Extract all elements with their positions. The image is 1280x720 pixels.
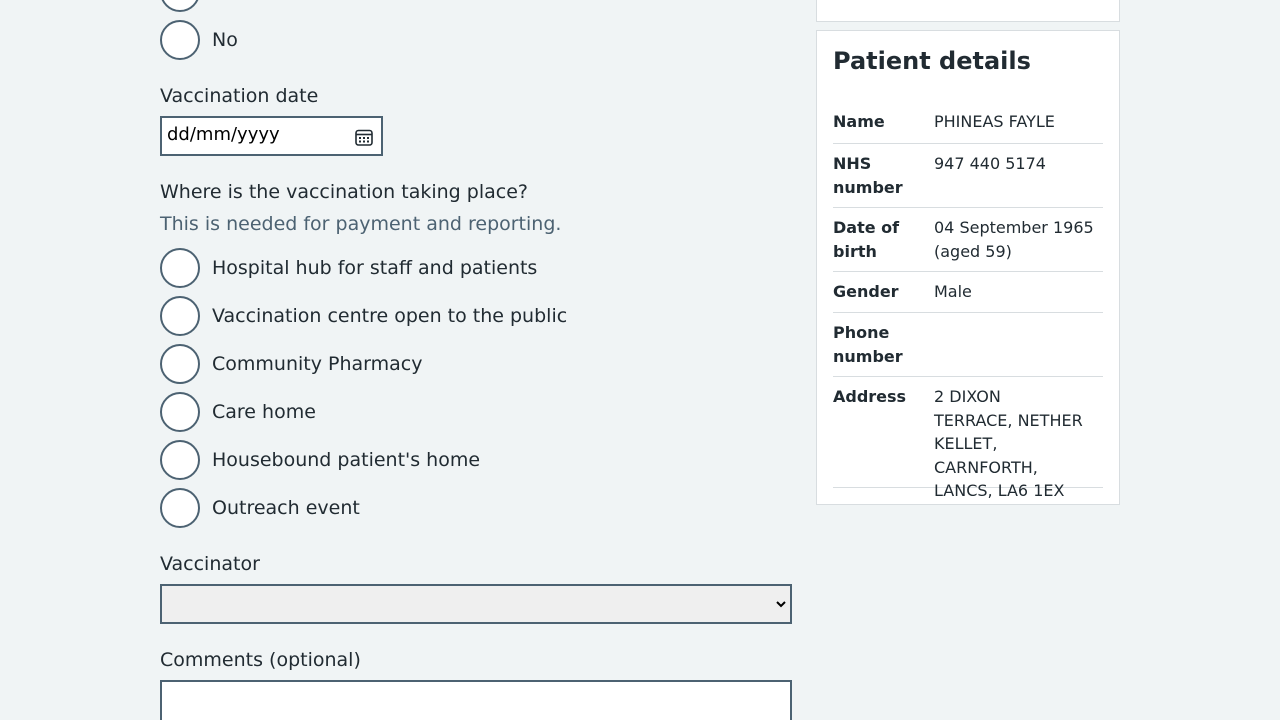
summary-row-address: Address 2 DIXON TERRACE, NETHER KELLET, … xyxy=(833,377,1103,500)
radio-label: Hospital hub for staff and patients xyxy=(212,257,538,279)
summary-value: 947 440 5174 xyxy=(934,154,1046,173)
comments-label: Comments (optional) xyxy=(160,649,361,671)
summary-row-name: Name PHINEAS FAYLE xyxy=(833,102,1103,144)
summary-key: Name xyxy=(833,112,885,131)
radio-option-yes[interactable] xyxy=(160,0,200,12)
summary-key: Phone number xyxy=(833,323,903,366)
radio-label: Community Pharmacy xyxy=(212,353,423,375)
radio-button[interactable] xyxy=(160,488,200,528)
radio-option-community-pharmacy[interactable]: Community Pharmacy xyxy=(160,344,422,384)
chevron-down-icon[interactable] xyxy=(776,599,786,609)
patient-details-card: Patient details Name PHINEAS FAYLE NHS n… xyxy=(816,30,1120,505)
summary-row-gender: Gender Male xyxy=(833,272,1103,313)
radio-label: No xyxy=(212,29,238,51)
vaccination-record-page: No Vaccination date dd/mm/yyyy Where is … xyxy=(0,0,1280,720)
vaccinator-label: Vaccinator xyxy=(160,553,260,575)
radio-button[interactable] xyxy=(160,248,200,288)
summary-row-phone-number: Phone number xyxy=(833,313,1103,377)
summary-value: PHINEAS FAYLE xyxy=(934,112,1055,131)
radio-button[interactable] xyxy=(160,392,200,432)
comments-textarea[interactable] xyxy=(160,680,792,720)
radio-button[interactable] xyxy=(160,296,200,336)
summary-key: NHS number xyxy=(833,154,903,197)
radio-label: Care home xyxy=(212,401,316,423)
date-placeholder: dd/mm/yyyy xyxy=(167,124,280,145)
radio-label: Outreach event xyxy=(212,497,360,519)
location-question: Where is the vaccination taking place? xyxy=(160,181,528,203)
summary-row-nhs-number: NHS number 947 440 5174 xyxy=(833,144,1103,208)
radio-option-housebound[interactable]: Housebound patient's home xyxy=(160,440,480,480)
radio-label: Housebound patient's home xyxy=(212,449,481,471)
radio-button[interactable] xyxy=(160,20,200,60)
previous-card xyxy=(816,0,1120,22)
patient-details-title: Patient details xyxy=(833,47,1031,75)
radio-option-no[interactable]: No xyxy=(160,20,238,60)
vaccination-date-input[interactable]: dd/mm/yyyy xyxy=(160,116,383,156)
location-hint: This is needed for payment and reporting… xyxy=(160,213,562,235)
calendar-icon[interactable] xyxy=(355,128,373,146)
summary-value: 04 September 1965 (aged 59) xyxy=(934,218,1094,261)
radio-button[interactable] xyxy=(160,440,200,480)
radio-option-hospital-hub[interactable]: Hospital hub for staff and patients xyxy=(160,248,537,288)
summary-key: Gender xyxy=(833,282,899,301)
vaccinator-select[interactable] xyxy=(160,584,792,624)
summary-value: 2 DIXON TERRACE, NETHER KELLET, CARNFORT… xyxy=(934,387,1083,500)
summary-row-date-of-birth: Date of birth 04 September 1965 (aged 59… xyxy=(833,208,1103,272)
radio-option-vaccination-centre[interactable]: Vaccination centre open to the public xyxy=(160,296,567,336)
radio-option-care-home[interactable]: Care home xyxy=(160,392,316,432)
radio-option-outreach-event[interactable]: Outreach event xyxy=(160,488,360,528)
summary-value: Male xyxy=(934,282,972,301)
radio-label: Vaccination centre open to the public xyxy=(212,305,568,327)
radio-button[interactable] xyxy=(160,344,200,384)
radio-button[interactable] xyxy=(160,0,200,12)
summary-key: Date of birth xyxy=(833,218,900,261)
summary-key: Address xyxy=(833,387,907,406)
vaccination-date-label: Vaccination date xyxy=(160,85,319,107)
